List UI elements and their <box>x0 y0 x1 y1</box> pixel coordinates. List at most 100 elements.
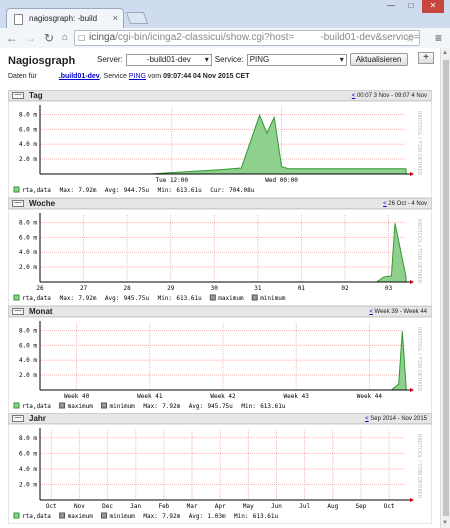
x-tick-label: Week 41 <box>137 393 163 400</box>
y-tick-label: 2.0 m <box>19 481 37 488</box>
legend-stat: 945.75u <box>208 403 234 410</box>
graph-month: 2.0 m 4.0 m 6.0 m 8.0 m Week 40 Week 41 Week 4… <box>8 317 432 414</box>
minimize-button[interactable]: — <box>382 0 400 13</box>
legend-stat: 945.75u <box>124 295 150 302</box>
service-select[interactable]: PING ▾ <box>246 53 347 66</box>
y-tick-label: 8.0 m <box>19 219 37 226</box>
section-woche: — Woche < 26 Oct - 4 Nov 2.0 m 4.0 m 6.0 m… <box>8 198 432 306</box>
x-tick-label: Aug <box>327 503 338 510</box>
update-button[interactable]: Aktualisieren <box>349 53 408 66</box>
legend-stat: 613.61u <box>176 295 202 302</box>
legend-stat: Min: <box>158 295 172 302</box>
y-tick-label: 2.0 m <box>19 372 37 379</box>
legend-swatch <box>251 294 258 301</box>
legend-label: maximum <box>218 295 244 302</box>
legend-stat: 7.92m <box>162 513 180 520</box>
legend-label: rta,data <box>22 403 51 410</box>
browser-toolbar: ← → ↻ ⌂ ▢ icinga/cgi-bin/icinga2-classic… <box>0 28 450 48</box>
info-prefix: Daten für <box>8 73 37 80</box>
x-tick-label: 02 <box>341 285 349 292</box>
service-value: PING <box>249 54 270 64</box>
bookmark-star-icon[interactable]: ☆ <box>405 32 415 45</box>
x-tick-label: 03 <box>385 285 393 292</box>
scroll-up-icon[interactable]: ▲ <box>442 50 448 56</box>
legend-stat: Max: <box>60 187 74 194</box>
legend-label: rta,data <box>22 295 51 302</box>
y-tick-label: 6.0 m <box>19 450 37 457</box>
tab-close-icon[interactable]: × <box>113 13 118 23</box>
server-select[interactable]: -build01-dev ▾ <box>125 53 212 66</box>
legend-label: rta,data <box>22 187 51 194</box>
section-range: < 26 Oct - 4 Nov <box>383 199 427 209</box>
host-link[interactable]: .build01-dev <box>59 73 100 80</box>
rrdtool-watermark: RRDTOOL / TOBI OETIKER <box>416 219 422 284</box>
collapse-button[interactable]: — <box>12 91 24 99</box>
x-tick-label: Jan <box>130 503 141 510</box>
legend-swatch <box>13 512 20 519</box>
server-label: Server: <box>97 55 123 64</box>
section-range: < 00:07 3 Nov - 09:07 4 Nov <box>352 91 427 101</box>
x-tick-label: Nov <box>74 503 85 510</box>
tab-title: nagiosgraph: -build <box>29 14 98 23</box>
legend-label: rta,data <box>22 513 51 520</box>
section-title: Monat <box>29 307 53 316</box>
service-link[interactable]: PING <box>129 73 146 80</box>
section-range: < Sep 2014 - Nov 2015 <box>365 414 427 424</box>
page-info-icon: ▢ <box>78 33 86 42</box>
address-bar[interactable]: ▢ icinga/cgi-bin/icinga2-classicui/show.… <box>74 30 420 46</box>
chart-background <box>8 101 432 198</box>
range-text: Sep 2014 - Nov 2015 <box>368 416 427 422</box>
section-header: — Monat < Week 39 - Week 44 <box>8 306 432 317</box>
legend-label: minimum <box>110 513 136 520</box>
x-tick-label: Wed 00:00 <box>265 177 298 184</box>
x-tick-label: 28 <box>124 285 132 292</box>
legend-stat: 704.08u <box>229 187 255 194</box>
rrdtool-watermark: RRDTOOL / TOBI OETIKER <box>416 434 422 499</box>
legend-stat: Min: <box>158 187 172 194</box>
graph-week: 2.0 m 4.0 m 6.0 m 8.0 m 26 27 28 29 30 31 01 02 03 RR… <box>8 209 432 306</box>
url-path: /cgi-bin/icinga2-classicui/show.cgi?host… <box>115 32 295 43</box>
maximize-button[interactable]: □ <box>402 0 420 13</box>
graph-day: 2.0 m 4.0 m 6.0 m 8.0 m Tue 12:00 Wed 00:00 RR… <box>8 101 432 198</box>
add-button[interactable]: + <box>418 52 434 64</box>
home-icon[interactable]: ⌂ <box>62 32 68 43</box>
x-tick-label: Week 40 <box>64 393 90 400</box>
page-scrollbar[interactable]: ▲ ▼ <box>440 48 450 528</box>
legend-label: minimum <box>260 295 286 302</box>
range-text: 26 Oct - 4 Nov <box>386 201 427 207</box>
scroll-down-icon[interactable]: ▼ <box>442 520 448 526</box>
chart-day: 2.0 m 4.0 m 6.0 m 8.0 m Tue 12:00 Wed 00:00 RR… <box>8 101 432 198</box>
scroll-thumb[interactable] <box>443 60 449 516</box>
collapse-button[interactable]: — <box>12 199 24 207</box>
forward-icon[interactable]: → <box>24 31 36 45</box>
legend-stat: Cur: <box>210 187 224 194</box>
back-icon[interactable]: ← <box>6 31 18 45</box>
legend-stat: 7.92m <box>78 295 96 302</box>
reload-icon[interactable]: ↻ <box>44 31 54 45</box>
new-tab-button[interactable] <box>125 12 149 24</box>
legend-label: minimum <box>110 403 136 410</box>
y-tick-label: 2.0 m <box>19 156 37 163</box>
chart-background <box>8 209 432 306</box>
info-timestamp: 09:07:44 04 Nov 2015 CET <box>163 73 250 80</box>
browser-tab[interactable]: nagiosgraph: -build × <box>6 8 124 28</box>
window-close-button[interactable]: ✕ <box>422 0 444 13</box>
y-tick-label: 8.0 m <box>19 111 37 118</box>
chart-month: 2.0 m 4.0 m 6.0 m 8.0 m Week 40 Week 41 Week 4… <box>8 317 432 414</box>
section-range: < Week 39 - Week 44 <box>369 307 427 317</box>
y-tick-label: 8.0 m <box>19 435 37 442</box>
selection-form: Server: -build01-dev ▾ Service: PING ▾ Akt… <box>97 53 408 66</box>
window-controls: — □ ✕ <box>382 0 444 13</box>
legend-swatch <box>13 402 20 409</box>
menu-icon[interactable]: ≡ <box>435 31 442 45</box>
x-tick-label: 30 <box>211 285 219 292</box>
legend-label: maximum <box>68 403 94 410</box>
legend-stat: 7.92m <box>78 187 96 194</box>
y-tick-label: 4.0 m <box>19 466 37 473</box>
collapse-button[interactable]: — <box>12 414 24 422</box>
legend-stat: Min: <box>234 513 248 520</box>
legend-stat: 944.75u <box>124 187 150 194</box>
x-tick-label: 26 <box>36 285 44 292</box>
collapse-button[interactable]: — <box>12 307 24 315</box>
chevron-down-icon: ▾ <box>204 54 209 64</box>
